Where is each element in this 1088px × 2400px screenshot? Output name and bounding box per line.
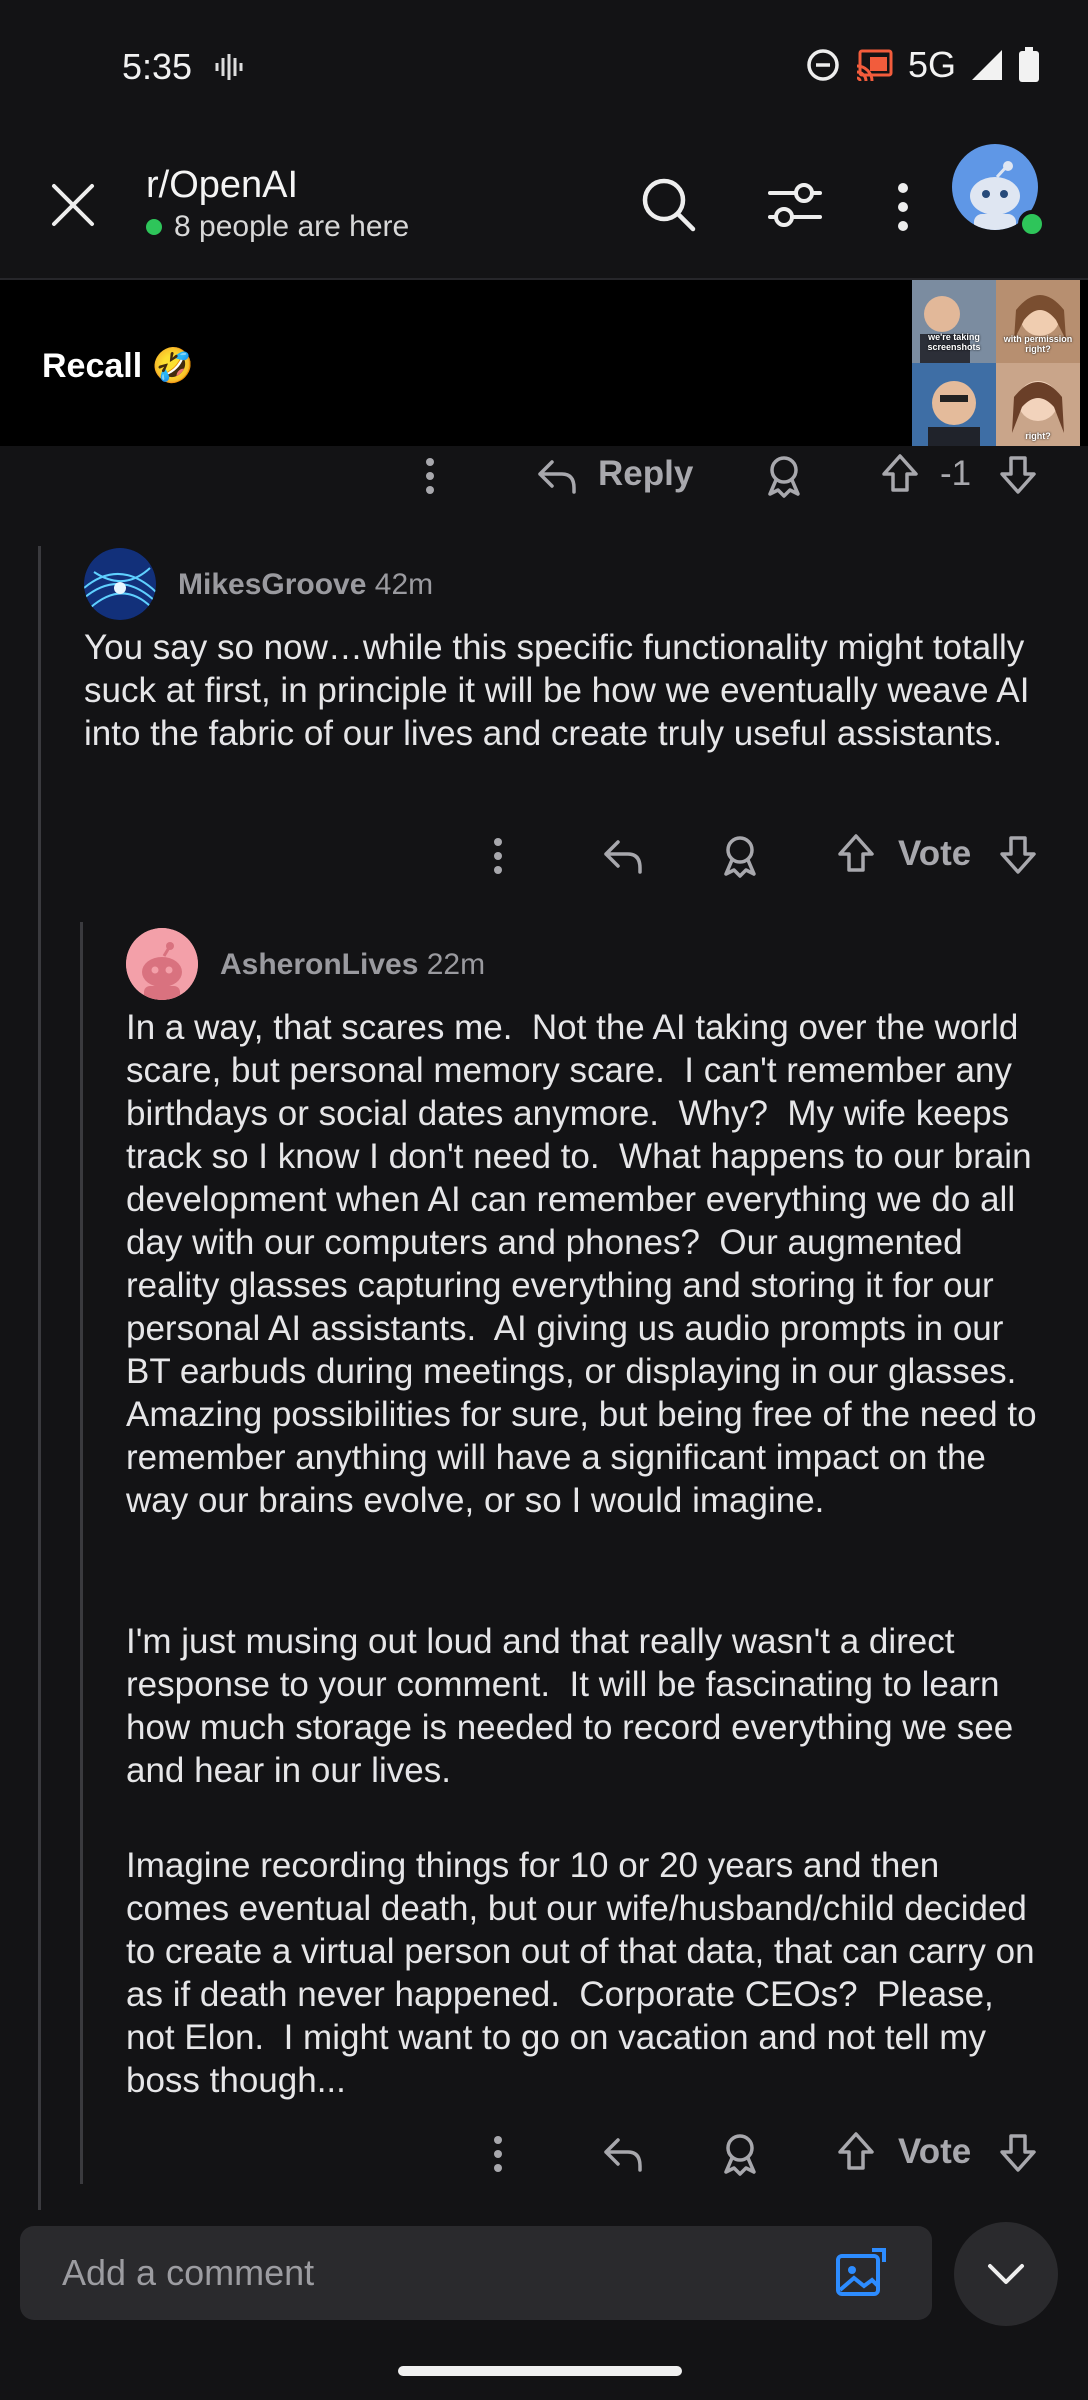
status-icons: 5G <box>806 44 1040 86</box>
comment-placeholder: Add a comment <box>62 2252 315 2293</box>
meme-text: right? <box>1025 431 1051 441</box>
thread-line[interactable] <box>38 546 41 2210</box>
comment-paragraph: Imagine recording things for 10 or 20 ye… <box>126 1846 1045 2100</box>
network-type: 5G <box>907 44 956 85</box>
meme-panel: right? <box>996 363 1080 446</box>
meme-panel: we're taking screenshots <box>912 280 996 363</box>
comment-age: 22m <box>426 948 486 981</box>
add-comment-input[interactable]: Add a comment <box>20 2226 932 2320</box>
comment-paragraph: I'm just musing out loud and that really… <box>126 1622 1023 1790</box>
reply-icon[interactable] <box>602 836 644 876</box>
close-icon[interactable] <box>48 180 98 230</box>
meme-text: with permission right? <box>1003 334 1073 354</box>
status-time: 5:35 <box>122 46 193 87</box>
signal-icon <box>970 48 1004 82</box>
avatar[interactable] <box>84 548 156 620</box>
collapse-button[interactable] <box>954 2222 1058 2326</box>
upvote-icon[interactable] <box>836 2130 876 2172</box>
award-icon[interactable] <box>718 834 762 878</box>
meme-text: we're taking screenshots <box>927 332 981 352</box>
comment-actions: Vote <box>0 2124 1088 2184</box>
vibrate-icon <box>214 52 244 82</box>
do-not-disturb-icon <box>806 48 840 82</box>
image-upload-icon[interactable] <box>832 2246 888 2302</box>
meme-panel <box>912 363 996 446</box>
more-options-icon[interactable] <box>418 456 442 496</box>
reply-icon[interactable] <box>602 2134 644 2174</box>
home-indicator[interactable] <box>398 2366 682 2376</box>
meme-panel: with permission right? <box>996 280 1080 363</box>
award-icon[interactable] <box>718 2132 762 2176</box>
search-icon[interactable] <box>640 176 698 234</box>
parent-comment-actions: Reply -1 <box>0 446 1088 506</box>
preview-caption: Recall 🤣 <box>42 347 194 385</box>
parent-post-preview[interactable]: Recall 🤣 we're taking screenshots with p… <box>0 280 1088 446</box>
meme-thumbnail[interactable]: we're taking screenshots with permission… <box>912 280 1080 446</box>
comment-actions: Vote <box>0 826 1088 886</box>
reply-icon[interactable] <box>536 456 578 496</box>
upvote-icon[interactable] <box>836 832 876 874</box>
more-options-icon[interactable] <box>486 836 510 876</box>
thread-line[interactable] <box>80 922 83 2184</box>
downvote-icon[interactable] <box>998 834 1038 876</box>
vote-label: Vote <box>898 834 972 873</box>
comment-meta: AsheronLives 22m <box>220 948 485 982</box>
upvote-icon[interactable] <box>880 452 920 494</box>
app-header: r/OpenAI 8 people are here <box>0 130 1088 280</box>
downvote-icon[interactable] <box>998 454 1038 496</box>
online-dot <box>146 219 162 235</box>
filter-icon[interactable] <box>766 178 824 232</box>
comment-body: You say so now…while this specific funct… <box>84 628 1040 753</box>
avatar[interactable] <box>126 928 198 1000</box>
presence-indicator: 8 people are here <box>146 210 409 244</box>
chevron-down-icon <box>988 2264 1024 2284</box>
subreddit-title[interactable]: r/OpenAI <box>146 164 298 207</box>
vote-label: Vote <box>898 2132 972 2171</box>
online-badge <box>1018 210 1046 238</box>
cast-icon <box>854 48 894 82</box>
more-icon[interactable] <box>878 180 928 234</box>
comment-meta: MikesGroove 42m <box>178 568 433 602</box>
comment-paragraph: In a way, that scares me. Not the AI tak… <box>126 1008 1047 1520</box>
presence-text: 8 people are here <box>174 210 410 243</box>
vote-score: -1 <box>940 454 972 493</box>
battery-icon <box>1018 47 1040 83</box>
reply-button[interactable]: Reply <box>598 454 693 494</box>
username[interactable]: MikesGroove <box>178 568 366 601</box>
comment-age: 42m <box>374 568 434 601</box>
username[interactable]: AsheronLives <box>220 948 418 981</box>
award-icon[interactable] <box>762 454 806 498</box>
status-bar: 5:35 5G <box>0 0 1088 130</box>
downvote-icon[interactable] <box>998 2132 1038 2174</box>
more-options-icon[interactable] <box>486 2134 510 2174</box>
